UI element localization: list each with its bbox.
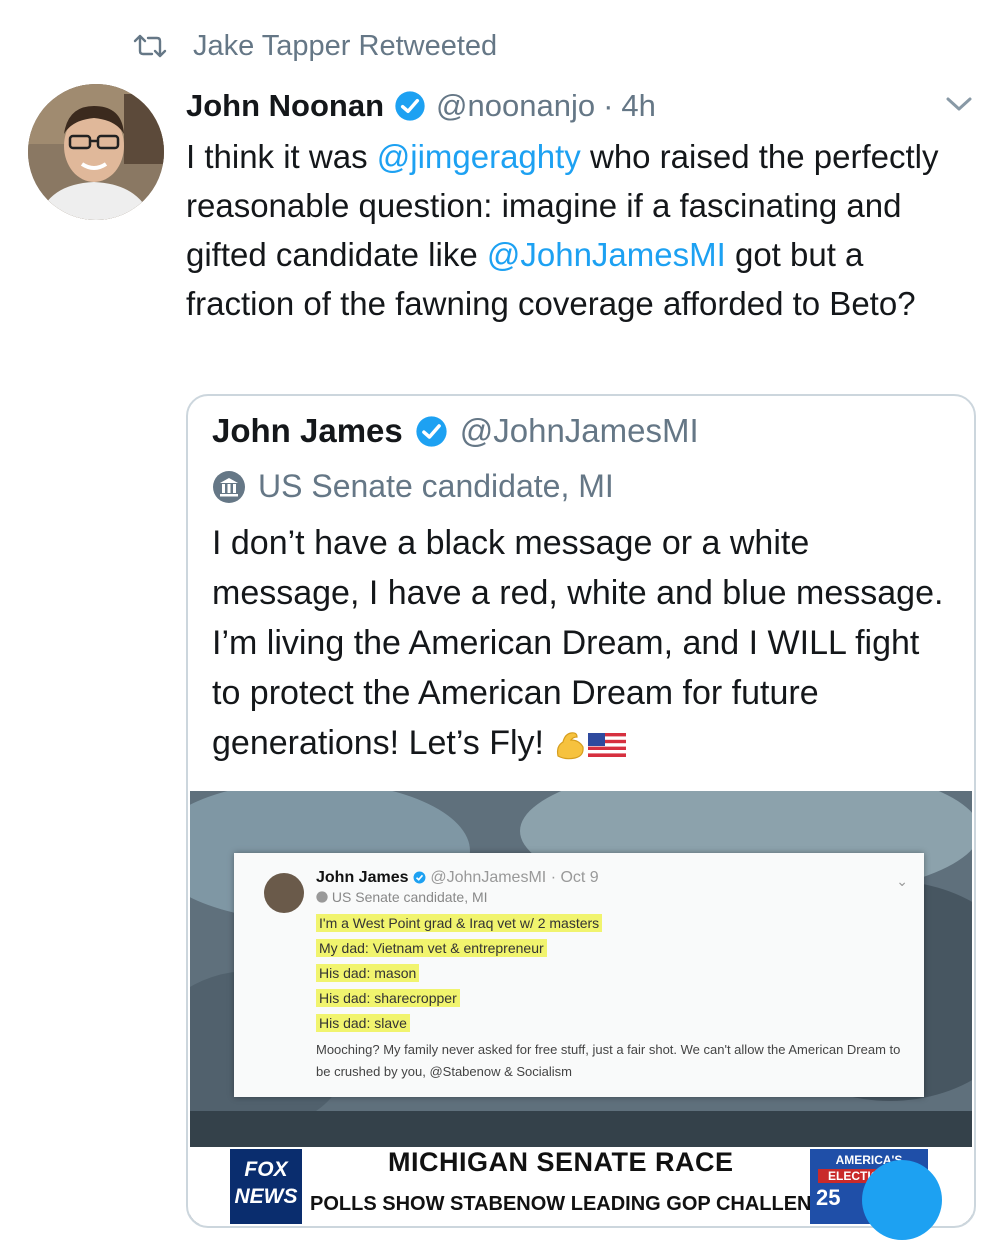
banner-headline: MICHIGAN SENATE RACE [388,1147,734,1177]
embedded-chevron-icon: ⌄ [896,873,908,889]
embedded-handle: @JohnJamesMI [430,869,547,886]
separator-dot: · [603,88,614,123]
embedded-line: His dad: sharecropper [316,986,906,1011]
quoted-tweet[interactable]: John James @JohnJamesMI US Senate candid… [186,394,976,1228]
highlighted-text: His dad: slave [316,1014,410,1032]
highlighted-text: I'm a West Point grad & Iraq vet w/ 2 ma… [316,914,603,932]
embedded-tail-text: Mooching? My family never asked for free… [316,1042,901,1079]
government-building-icon [213,470,245,503]
mention-link[interactable]: @jimgeraghty [377,138,581,175]
logo-line: NEWS [234,1185,298,1208]
author-handle[interactable]: @noonanjo [436,88,595,124]
embedded-date: Oct 9 [560,869,599,886]
verified-badge-icon [413,871,426,884]
avatar-photo [28,84,164,220]
quoted-author-handle[interactable]: @JohnJamesMI [460,412,699,450]
quoted-tweet-text: I don’t have a black message or a white … [212,518,957,768]
embedded-line: His dad: mason [316,961,906,986]
quoted-author-name[interactable]: John James [212,412,403,450]
tweet-text: I think it was @jimgeraghty who raised t… [186,132,946,328]
highlighted-text: His dad: mason [316,964,420,982]
flexed-biceps-icon [557,732,585,760]
embedded-avatar [264,873,304,913]
quoted-text-body: I don’t have a black message or a white … [212,524,944,762]
chevron-down-icon[interactable] [942,92,976,116]
logo-line: FOX [244,1158,288,1181]
embedded-line: His dad: slave [316,1011,906,1036]
avatar[interactable] [28,84,164,220]
government-label: US Senate candidate, MI [212,468,614,505]
tweet-time[interactable]: 4h [621,88,655,124]
author-name[interactable]: John Noonan [186,88,384,124]
highlighted-text: His dad: sharecropper [316,989,460,1007]
embedded-highlighted-lines: I'm a West Point grad & Iraq vet w/ 2 ma… [316,911,906,1036]
government-label-text: US Senate candidate, MI [258,468,614,504]
us-flag-icon [588,733,627,758]
embedded-header: John James @JohnJamesMI · Oct 9 [316,869,599,887]
embedded-line: My dad: Vietnam vet & entrepreneur [316,936,906,961]
media-image[interactable]: John James @JohnJamesMI · Oct 9 ⌄ US Sen… [190,791,972,1224]
tweet[interactable]: John Noonan @noonanjo · 4h I think it wa… [186,84,976,328]
verified-badge-icon [416,415,447,447]
mention-link[interactable]: @JohnJamesMI [487,236,726,273]
embedded-label-text: US Senate candidate, MI [331,889,488,905]
verified-badge-icon [395,91,425,121]
embedded-separator: · [550,869,557,886]
government-building-icon [316,891,328,903]
embedded-tweet-screenshot: John James @JohnJamesMI · Oct 9 ⌄ US Sen… [234,853,924,1097]
highlighted-text: My dad: Vietnam vet & entrepreneur [316,939,547,957]
retweet-context: Jake Tapper Retweeted [133,26,497,66]
embedded-author-name: John James [316,869,409,886]
embedded-label: US Senate candidate, MI [316,889,488,905]
news-banner: FOX NEWS MICHIGAN SENATE RACE POLLS SHOW… [190,1147,972,1224]
fox-news-logo: FOX NEWS [230,1149,302,1224]
embedded-line: I'm a West Point grad & Iraq vet w/ 2 ma… [316,911,906,936]
retweet-icon [133,34,167,58]
tweet-header: John Noonan @noonanjo · 4h [186,84,976,128]
quoted-tweet-header: John James @JohnJamesMI [212,412,699,450]
retweet-label[interactable]: Jake Tapper Retweeted [193,30,497,63]
tweet-text-part: I think it was [186,138,377,175]
banner-subhead: POLLS SHOW STABENOW LEADING GOP CHALLENG… [310,1193,855,1215]
compose-tweet-button[interactable] [862,1160,942,1240]
